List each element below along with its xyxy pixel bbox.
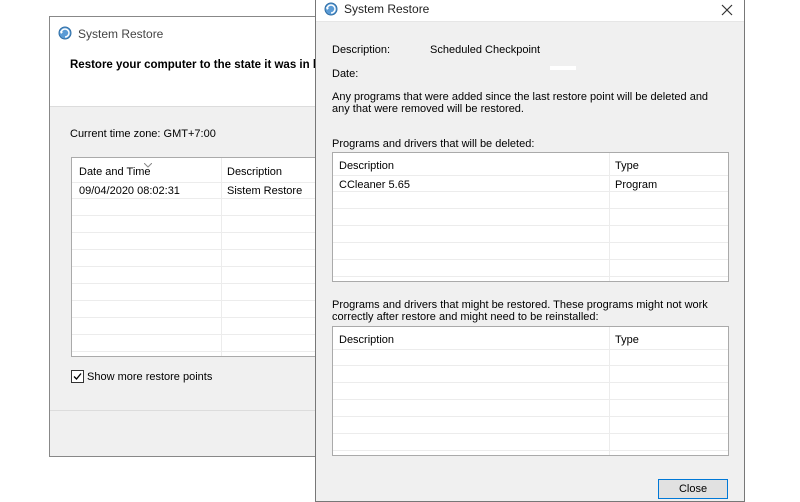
table-row <box>333 244 728 260</box>
info-text: Any programs that were added since the l… <box>332 91 709 115</box>
row-description: CCleaner 5.65 <box>339 179 410 191</box>
column-header-type[interactable]: Type <box>615 160 639 172</box>
table-row <box>72 319 333 335</box>
column-header-description[interactable]: Description <box>339 160 394 172</box>
deleted-programs-list[interactable]: Description Type CCleaner 5.65 Program <box>332 152 729 282</box>
back-title-bar: System Restore <box>50 17 330 49</box>
table-row <box>72 336 333 352</box>
table-row <box>333 401 728 417</box>
table-row[interactable]: CCleaner 5.65 Program <box>333 176 728 192</box>
date-value-field <box>550 66 576 70</box>
row-date: 09/04/2020 08:02:31 <box>79 185 180 197</box>
show-more-checkbox-row[interactable]: Show more restore points <box>71 370 212 383</box>
show-more-checkbox[interactable] <box>71 370 84 383</box>
back-footer <box>50 410 330 456</box>
column-header-type[interactable]: Type <box>615 334 639 346</box>
table-row <box>333 350 728 366</box>
table-row <box>333 193 728 209</box>
table-row <box>72 302 333 318</box>
deleted-section-label: Programs and drivers that will be delete… <box>332 138 535 150</box>
column-header-description[interactable]: Description <box>227 166 282 178</box>
timezone-label: Current time zone: GMT+7:00 <box>70 128 216 140</box>
table-row <box>72 285 333 301</box>
restore-points-list[interactable]: Date and Time Description 09/04/2020 08:… <box>71 157 333 357</box>
back-header: Restore your computer to the state it wa… <box>50 49 330 107</box>
restore-wizard-window: System Restore Restore your computer to … <box>49 16 333 457</box>
affected-programs-dialog: System Restore Description: Scheduled Ch… <box>315 0 745 502</box>
table-row <box>333 384 728 400</box>
show-more-label[interactable]: Show more restore points <box>87 371 212 383</box>
table-row[interactable]: 09/04/2020 08:02:31 Sistem Restore <box>72 183 333 199</box>
column-header-date[interactable]: Date and Time <box>79 166 151 178</box>
date-label: Date: <box>332 68 359 80</box>
description-label: Description: <box>332 44 391 56</box>
system-restore-icon <box>58 26 72 40</box>
table-row <box>333 418 728 434</box>
table-row <box>333 210 728 226</box>
checkmark-icon <box>73 373 82 380</box>
back-window-title: System Restore <box>78 27 164 41</box>
table-row <box>72 251 333 267</box>
table-row <box>333 367 728 383</box>
column-header-description[interactable]: Description <box>339 334 394 346</box>
table-row <box>333 261 728 277</box>
row-type: Program <box>615 179 658 191</box>
close-button[interactable]: Close <box>658 479 728 499</box>
table-row <box>333 435 728 451</box>
description-value: Scheduled Checkpoint <box>430 44 541 56</box>
restore-heading: Restore your computer to the state it wa… <box>70 59 320 71</box>
restored-programs-list[interactable]: Description Type <box>332 326 729 456</box>
close-icon[interactable] <box>716 1 738 19</box>
table-row <box>72 268 333 284</box>
table-row <box>72 234 333 250</box>
front-window-title: System Restore <box>344 2 430 16</box>
table-row <box>72 217 333 233</box>
front-title-bar: System Restore <box>316 0 744 22</box>
system-restore-icon <box>324 2 338 16</box>
table-row <box>333 227 728 243</box>
restored-section-label: Programs and drivers that might be resto… <box>332 299 708 323</box>
table-row <box>72 200 333 216</box>
row-description: Sistem Restore <box>227 185 303 197</box>
